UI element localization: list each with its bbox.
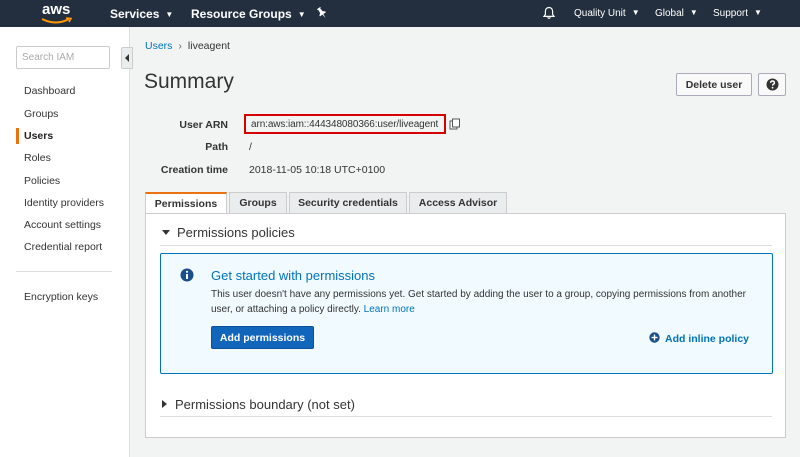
user-arn-highlight: arn:aws:iam::444348080366:user/liveagent (244, 114, 446, 134)
aws-logo-text: aws (42, 1, 71, 18)
bell-icon[interactable] (542, 6, 556, 20)
add-inline-policy-label: Add inline policy (665, 333, 750, 345)
creation-time-label: Creation time (160, 164, 228, 176)
aws-smile-icon (41, 17, 73, 24)
info-title: Get started with permissions (211, 268, 376, 283)
caret-right-icon (162, 400, 167, 408)
sidebar-item-groups[interactable]: Groups (24, 108, 58, 120)
pin-icon[interactable] (316, 6, 328, 20)
chevron-down-icon: ▼ (631, 8, 640, 17)
tab-groups[interactable]: Groups (229, 192, 287, 214)
breadcrumb-current: liveagent (187, 40, 230, 52)
resource-groups-menu[interactable]: Resource Groups ▼ (191, 7, 306, 21)
caret-down-icon (162, 230, 170, 235)
search-input[interactable] (16, 46, 110, 69)
permissions-policies-toggle[interactable]: Permissions policies (162, 225, 295, 240)
permissions-boundary-toggle[interactable]: Permissions boundary (not set) (162, 397, 355, 412)
info-body-text: This user doesn't have any permissions y… (211, 289, 746, 315)
learn-more-link[interactable]: Learn more (364, 304, 415, 315)
permissions-policies-heading: Permissions policies (177, 225, 295, 240)
chevron-down-icon: ▼ (165, 10, 174, 19)
breadcrumb-separator: › (178, 40, 182, 52)
chevron-down-icon: ▼ (689, 8, 698, 17)
region-label: Global (655, 8, 684, 19)
add-inline-policy-link[interactable]: Add inline policy (649, 332, 749, 345)
section-divider (160, 416, 772, 417)
collapse-sidebar-button[interactable] (121, 47, 133, 69)
tab-access-advisor[interactable]: Access Advisor (409, 192, 507, 214)
sidebar-item-dashboard[interactable]: Dashboard (24, 85, 75, 97)
info-body: This user doesn't have any permissions y… (211, 287, 751, 317)
chevron-down-icon: ▼ (297, 10, 306, 19)
top-navigation-bar: aws Services ▼ Resource Groups ▼ Quality U… (0, 0, 800, 27)
path-value: / (249, 141, 252, 153)
chevron-down-icon: ▼ (754, 8, 762, 17)
add-permissions-button[interactable]: Add permissions (211, 326, 314, 349)
tab-permissions[interactable]: Permissions (145, 192, 227, 215)
sidebar-item-credential-report[interactable]: Credential report (24, 241, 102, 253)
section-divider (160, 245, 772, 246)
sidebar-item-roles[interactable]: Roles (24, 152, 51, 164)
sidebar-item-encryption-keys[interactable]: Encryption keys (24, 291, 98, 303)
breadcrumb-users-link[interactable]: Users (145, 40, 172, 52)
creation-time-value: 2018-11-05 10:18 UTC+0100 (249, 164, 386, 176)
page-title: Summary (144, 70, 234, 93)
info-alert: Get started with permissions This user d… (160, 253, 773, 374)
tab-security-credentials[interactable]: Security credentials (289, 192, 407, 214)
question-icon (766, 78, 779, 91)
permissions-boundary-heading: Permissions boundary (not set) (175, 397, 355, 412)
support-label: Support (713, 8, 749, 19)
account-label: Quality Unit (574, 8, 626, 19)
permissions-panel: Permissions policies Get started with pe… (145, 213, 786, 438)
support-menu[interactable]: Support ▼ (713, 8, 762, 19)
services-menu[interactable]: Services ▼ (110, 7, 173, 21)
sidebar-item-policies[interactable]: Policies (24, 175, 60, 187)
sidebar-item-identity-providers[interactable]: Identity providers (24, 197, 104, 209)
breadcrumb: Users › liveagent (145, 40, 230, 52)
sidebar-item-users[interactable]: Users (24, 130, 53, 142)
info-icon (180, 268, 194, 282)
aws-logo[interactable]: aws (40, 1, 76, 25)
region-menu[interactable]: Global ▼ (655, 8, 698, 19)
path-label: Path (205, 141, 228, 153)
sidebar-item-account-settings[interactable]: Account settings (24, 219, 101, 231)
user-arn-value: arn:aws:iam::444348080366:user/liveagent (251, 119, 439, 130)
user-arn-label: User ARN (179, 119, 228, 131)
active-indicator (16, 128, 19, 144)
plus-circle-icon (649, 332, 660, 343)
sidebar: Dashboard Groups Users Roles Policies Id… (0, 27, 133, 457)
help-button[interactable] (758, 73, 786, 96)
copy-icon[interactable] (449, 118, 461, 130)
chevron-left-icon (125, 54, 129, 62)
account-menu[interactable]: Quality Unit ▼ (574, 8, 640, 19)
resource-groups-label: Resource Groups (191, 7, 292, 21)
sidebar-divider (16, 271, 112, 272)
delete-user-button[interactable]: Delete user (676, 73, 752, 96)
services-label: Services (110, 7, 160, 21)
